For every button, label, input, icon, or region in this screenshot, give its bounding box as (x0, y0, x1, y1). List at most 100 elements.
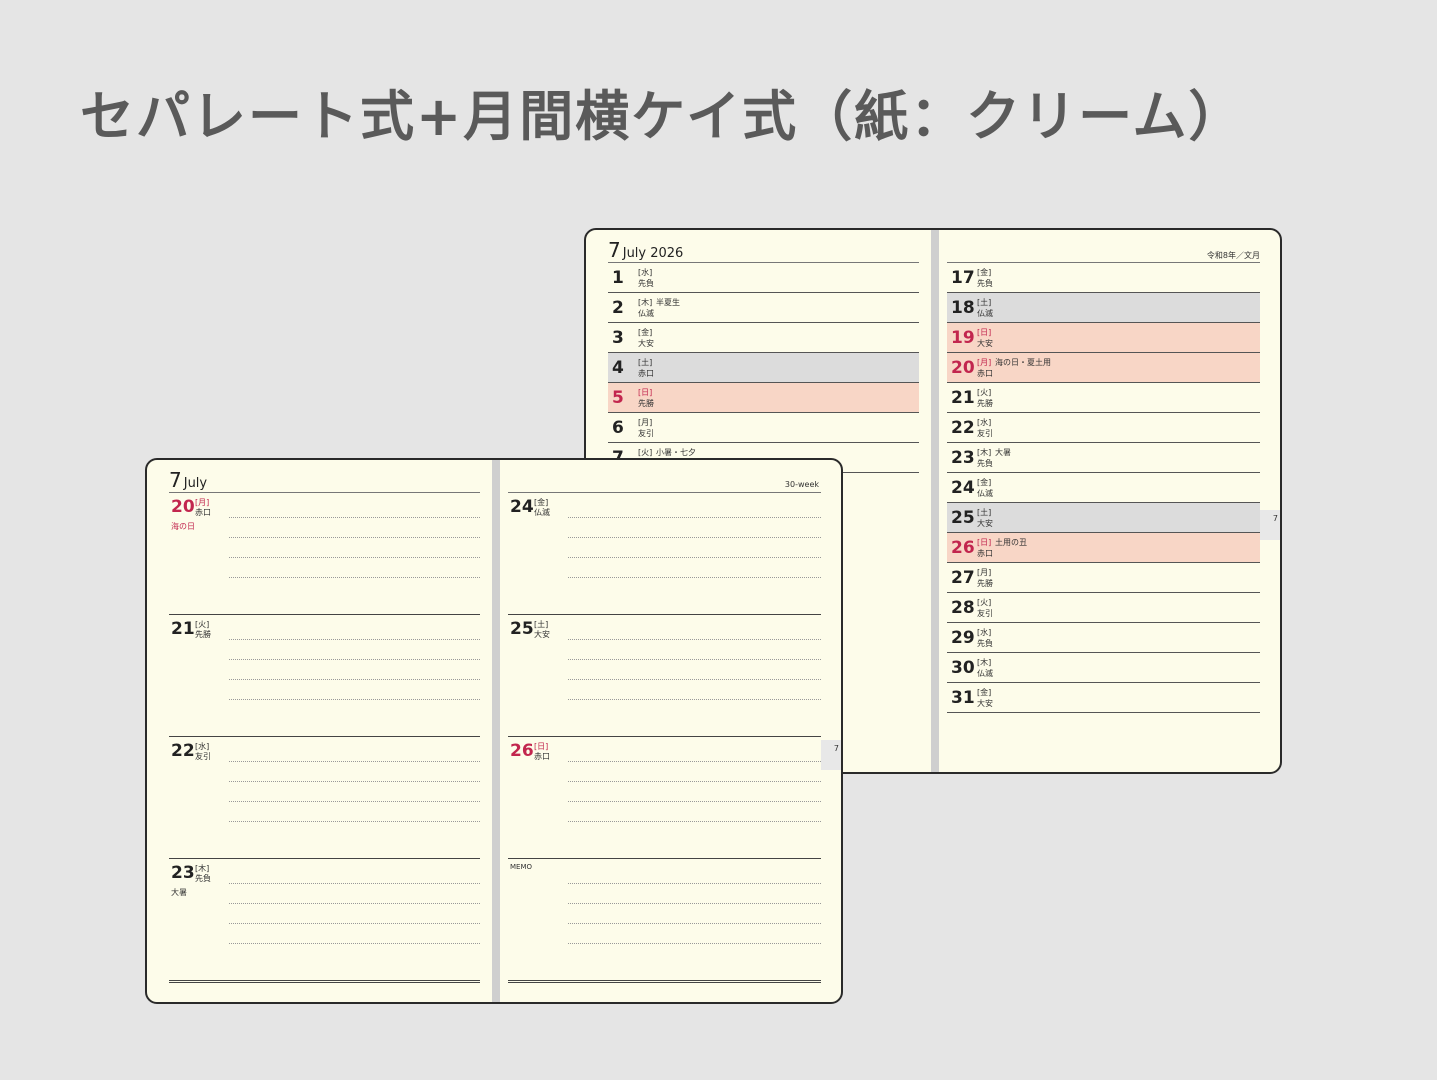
rokuyo-label: 仏滅 (977, 669, 993, 678)
writing-line (568, 761, 821, 762)
day-number: 26 (510, 741, 534, 761)
weekly-right-page: 30-week 24 [金] 仏滅 25 [土] 大安 26 [日] 赤口 MEMO 7 (500, 460, 841, 1002)
day-row[interactable]: 4 [土] 赤口 (608, 353, 919, 383)
day-row[interactable]: 27 [月] 先勝 (947, 563, 1260, 593)
weekday-label: [火] (977, 598, 992, 607)
day-number: 1 (612, 268, 624, 288)
day-row[interactable]: 5 [日] 先勝 (608, 383, 919, 413)
day-row[interactable]: 6 [月] 友引 (608, 413, 919, 443)
day-number: 28 (951, 598, 975, 618)
month-index-tab[interactable]: 7 (821, 740, 841, 770)
rokuyo-label: 赤口 (977, 549, 993, 558)
rokuyo-label: 仏滅 (638, 309, 654, 318)
rokuyo-label: 先勝 (977, 399, 993, 408)
day-number: 24 (951, 478, 975, 498)
day-number: 6 (612, 418, 624, 438)
weekday-label: [日] (977, 538, 992, 547)
writing-line (568, 639, 821, 640)
weekday-label: [水] (977, 628, 992, 637)
rokuyo-label: 仏滅 (977, 489, 993, 498)
day-number: 18 (951, 298, 975, 318)
day-row[interactable]: 24 [金] 仏滅 (947, 473, 1260, 503)
day-row[interactable]: 1 [水] 先負 (608, 263, 919, 293)
day-number: 4 (612, 358, 624, 378)
day-row[interactable]: 21 [火] 先勝 (947, 383, 1260, 413)
rokuyo-label: 先勝 (195, 630, 211, 639)
rokuyo-label: 友引 (638, 429, 654, 438)
writing-line (568, 699, 821, 700)
rokuyo-label: 先負 (977, 279, 993, 288)
writing-line (229, 699, 480, 700)
rokuyo-label: 赤口 (638, 369, 654, 378)
day-number: 30 (951, 658, 975, 678)
writing-line (229, 781, 480, 782)
day-block[interactable]: 20 [月] 赤口 海の日 (169, 493, 480, 615)
writing-line (568, 781, 821, 782)
week-number: 30-week (784, 480, 819, 489)
weekday-label: [土] (977, 298, 992, 307)
day-row[interactable]: 2 [木] 仏滅 半夏生 (608, 293, 919, 323)
writing-line (568, 557, 821, 558)
day-block[interactable]: 24 [金] 仏滅 (508, 493, 821, 615)
writing-line (229, 761, 480, 762)
weekday-label: [月] (977, 568, 992, 577)
day-number: 26 (951, 538, 975, 558)
day-row[interactable]: 26 [日] 赤口 土用の丑 (947, 533, 1260, 563)
writing-line (229, 557, 480, 558)
day-row[interactable]: 20 [月] 赤口 海の日・夏土用 (947, 353, 1260, 383)
weekday-label: [水] (638, 268, 653, 277)
event-label: 海の日・夏土用 (995, 358, 1051, 367)
day-row[interactable]: 3 [金] 大安 (608, 323, 919, 353)
weekday-label: [金] (977, 688, 992, 697)
weekday-label: [金] (638, 328, 653, 337)
weekday-label: [日] (638, 388, 653, 397)
event-label: 半夏生 (656, 298, 680, 307)
weekday-label: [木] (638, 298, 653, 307)
bottom-rule (508, 982, 821, 983)
day-number: 2 (612, 298, 624, 318)
writing-line (229, 517, 480, 518)
weekday-label: [土] (638, 358, 653, 367)
day-row[interactable]: 25 [土] 大安 (947, 503, 1260, 533)
day-number: 22 (171, 741, 195, 761)
writing-line (229, 903, 480, 904)
spine-gutter (931, 230, 939, 772)
day-number: 25 (951, 508, 975, 528)
day-row[interactable]: 18 [土] 仏滅 (947, 293, 1260, 323)
day-row[interactable]: 17 [金] 先負 (947, 263, 1260, 293)
spine-gutter (492, 460, 500, 1002)
day-block[interactable]: 26 [日] 赤口 (508, 737, 821, 859)
day-number: 20 (951, 358, 975, 378)
writing-line (229, 821, 480, 822)
weekday-label: [火] (638, 448, 653, 457)
day-row[interactable]: 30 [木] 仏滅 (947, 653, 1260, 683)
day-row[interactable]: 23 [木] 先負 大暑 (947, 443, 1260, 473)
monthly-left-rows: 1[水]先負2[木]仏滅半夏生3[金]大安4[土]赤口5[日]先勝6[月]友引7… (608, 262, 919, 473)
day-number: 17 (951, 268, 975, 288)
rokuyo-label: 先勝 (638, 399, 654, 408)
day-row[interactable]: 28 [火] 友引 (947, 593, 1260, 623)
weekday-label: [木] (977, 448, 992, 457)
weekly-planner-spread: 7 July 20 [月] 赤口 海の日 21 [火] 先勝 22 [水] 友引 23 [木] 先負 大暑 … (145, 458, 843, 1004)
weekday-label: [木] (977, 658, 992, 667)
day-block[interactable]: 22 [水] 友引 (169, 737, 480, 859)
memo-label: MEMO (510, 863, 533, 871)
day-block[interactable]: 25 [土] 大安 (508, 615, 821, 737)
day-row[interactable]: 29 [水] 先負 (947, 623, 1260, 653)
day-block[interactable]: 21 [火] 先勝 (169, 615, 480, 737)
month-index-tab[interactable]: 7 (1260, 510, 1280, 540)
writing-line (229, 659, 480, 660)
day-row[interactable]: 19 [日] 大安 (947, 323, 1260, 353)
day-row[interactable]: 31 [金] 大安 (947, 683, 1260, 713)
rokuyo-label: 大安 (534, 630, 550, 639)
rokuyo-label: 大安 (977, 339, 993, 348)
rokuyo-label: 先勝 (977, 579, 993, 588)
day-number: 23 (951, 448, 975, 468)
day-block[interactable]: 23 [木] 先負 大暑 (169, 859, 480, 981)
holiday-label: 海の日 (171, 522, 195, 531)
day-row[interactable]: 22 [水] 友引 (947, 413, 1260, 443)
event-label: 大暑 (995, 448, 1011, 457)
memo-block[interactable]: MEMO (508, 859, 821, 981)
writing-line (229, 943, 480, 944)
month-number: 7 (169, 468, 182, 492)
